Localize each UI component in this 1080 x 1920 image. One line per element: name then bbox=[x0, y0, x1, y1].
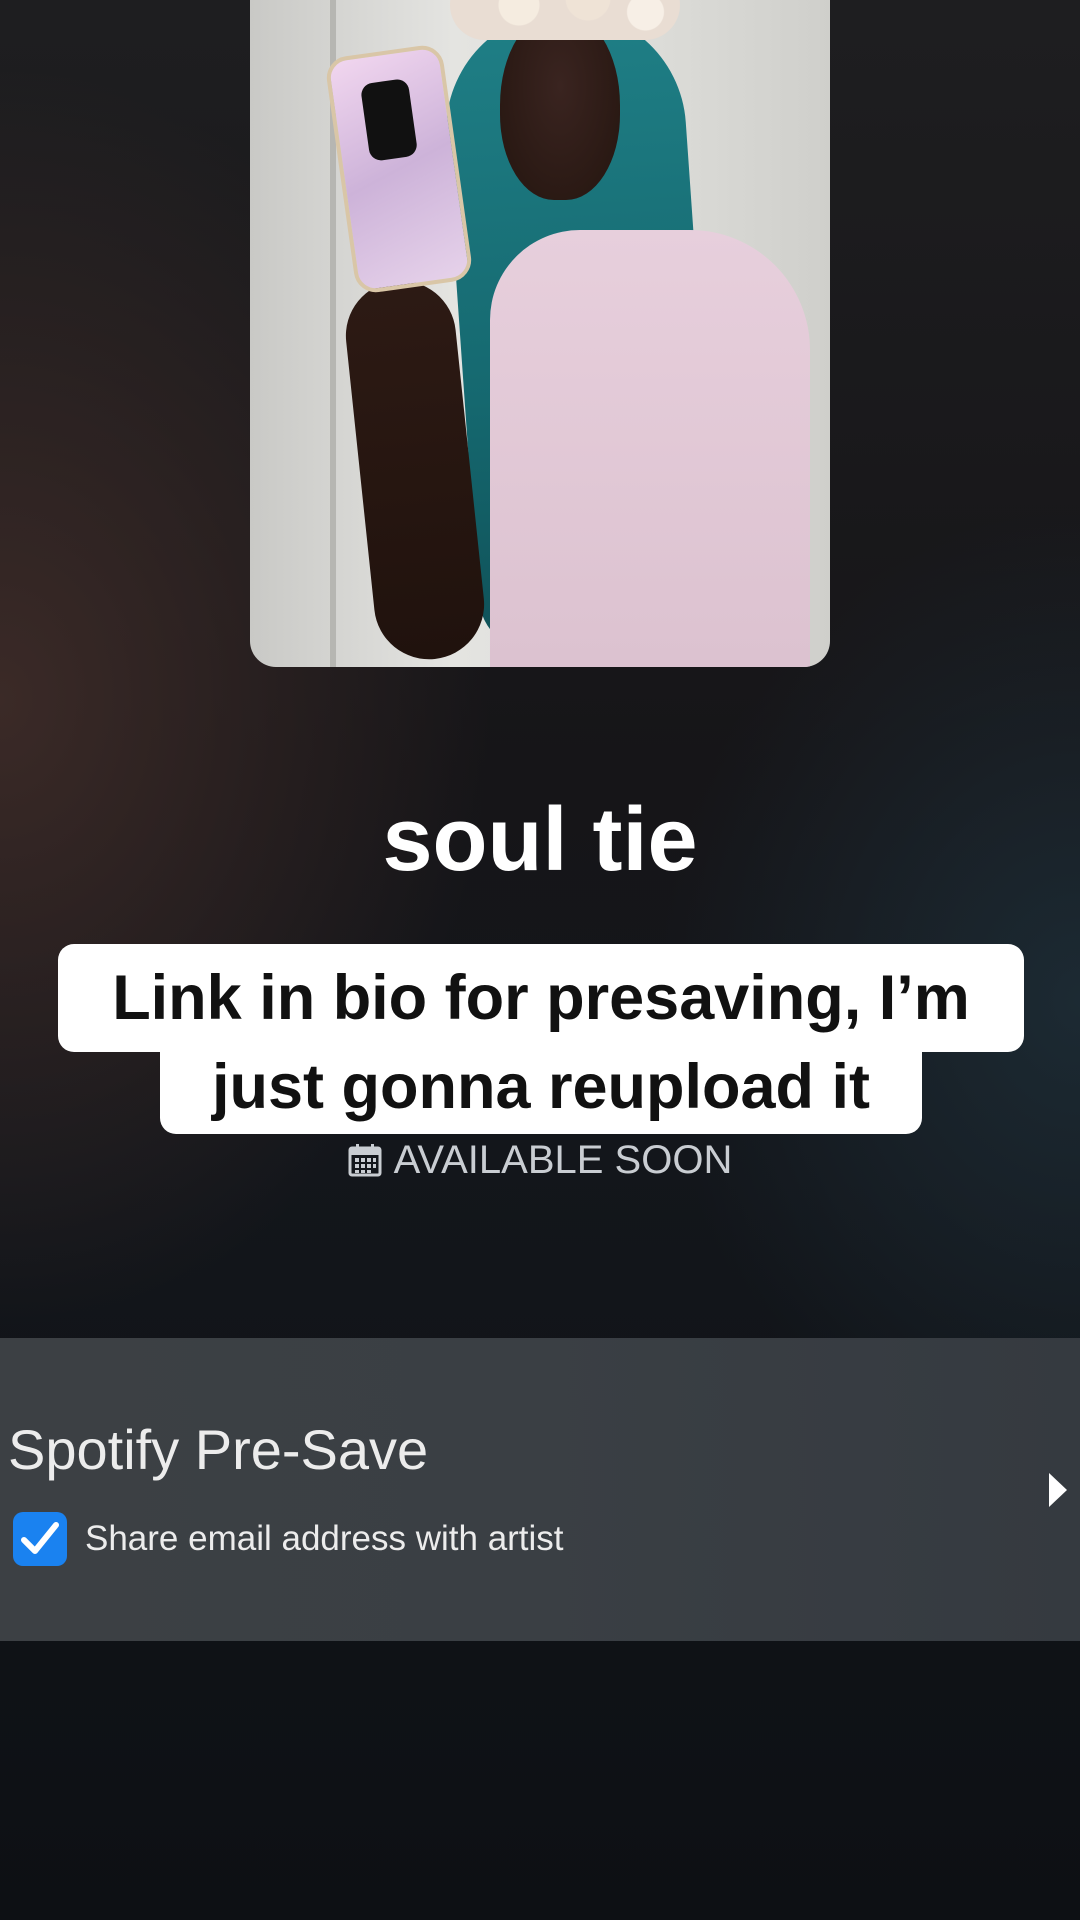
chevron-right-icon[interactable] bbox=[1046, 1471, 1070, 1509]
availability-label: AVAILABLE SOON bbox=[393, 1138, 733, 1182]
caption-line-1: Link in bio for presaving, I’m bbox=[58, 944, 1024, 1052]
caption-line-2: just gonna reupload it bbox=[160, 1052, 922, 1134]
presave-title: Spotify Pre-Save bbox=[8, 1418, 429, 1481]
cover-headband bbox=[450, 0, 680, 40]
share-email-checkbox[interactable] bbox=[13, 1512, 67, 1566]
cover-art bbox=[250, 0, 830, 667]
spotify-presave-panel[interactable]: Spotify Pre-Save Share email address wit… bbox=[0, 1338, 1080, 1641]
cover-shirt bbox=[490, 230, 810, 667]
checkmark-icon bbox=[21, 1522, 59, 1554]
cover-phone bbox=[324, 42, 474, 296]
availability-status: AVAILABLE SOON bbox=[0, 1138, 1080, 1182]
share-email-label[interactable]: Share email address with artist bbox=[85, 1513, 564, 1565]
calendar-icon bbox=[348, 1143, 382, 1177]
release-title: soul tie bbox=[382, 790, 698, 890]
